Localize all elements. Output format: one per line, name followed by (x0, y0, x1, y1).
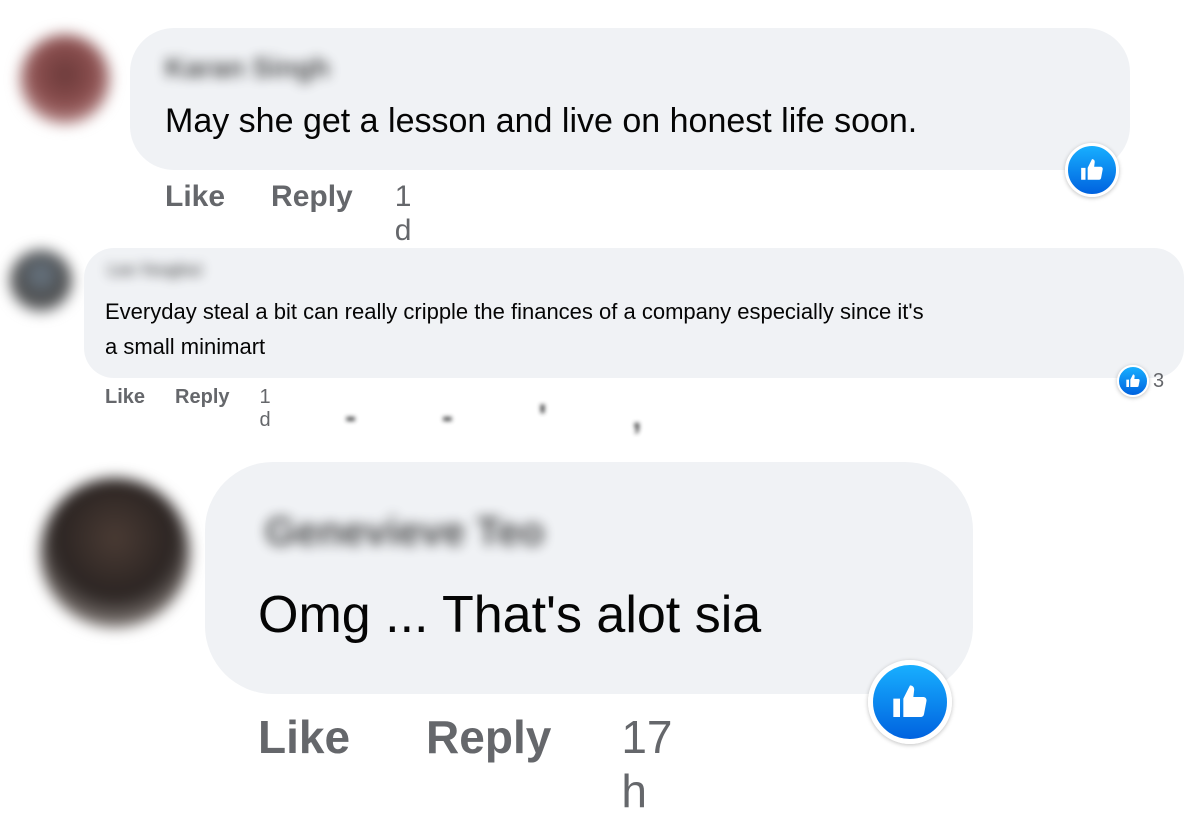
author-name[interactable]: Genevieve Teo (265, 510, 544, 555)
like-icon (1065, 143, 1119, 197)
comment-text-line-2: a small minimart (105, 334, 266, 359)
comment-text: May she get a lesson and live on honest … (165, 102, 918, 140)
author-name[interactable]: Karan Singh (165, 52, 330, 84)
avatar[interactable] (40, 478, 190, 628)
comment-text: Omg ... That's alot sia (258, 586, 762, 644)
reaction-summary[interactable]: 3 (1117, 365, 1164, 397)
comment-actions: Like Reply 1 d (105, 386, 271, 432)
timestamp[interactable]: 1 d (395, 180, 412, 248)
reply-button[interactable]: Reply (175, 386, 229, 409)
comment-actions: Like Reply 1 d (165, 180, 411, 248)
like-icon (868, 660, 952, 744)
comment-actions: Like Reply 17 h (258, 710, 672, 818)
timestamp[interactable]: 1 d (260, 386, 271, 432)
like-button[interactable]: Like (258, 710, 350, 764)
reaction-summary[interactable] (868, 660, 952, 744)
timestamp[interactable]: 17 h (621, 710, 672, 818)
comment-bubble (205, 462, 973, 694)
like-icon (1117, 365, 1149, 397)
reaction-count: 3 (1153, 369, 1165, 392)
comment-text: Everyday steal a bit can really cripple … (105, 299, 924, 324)
comment-bubble (130, 28, 1130, 170)
reply-button[interactable]: Reply (271, 180, 353, 214)
reply-button[interactable]: Reply (426, 710, 551, 764)
like-button[interactable]: Like (105, 386, 145, 409)
like-button[interactable]: Like (165, 180, 225, 214)
avatar[interactable] (10, 250, 72, 312)
reaction-summary[interactable] (1065, 143, 1119, 197)
cropped-text-fragment: - - ' , (345, 398, 680, 436)
author-name[interactable]: Lee Yeoghui (108, 262, 202, 280)
avatar[interactable] (20, 34, 110, 124)
